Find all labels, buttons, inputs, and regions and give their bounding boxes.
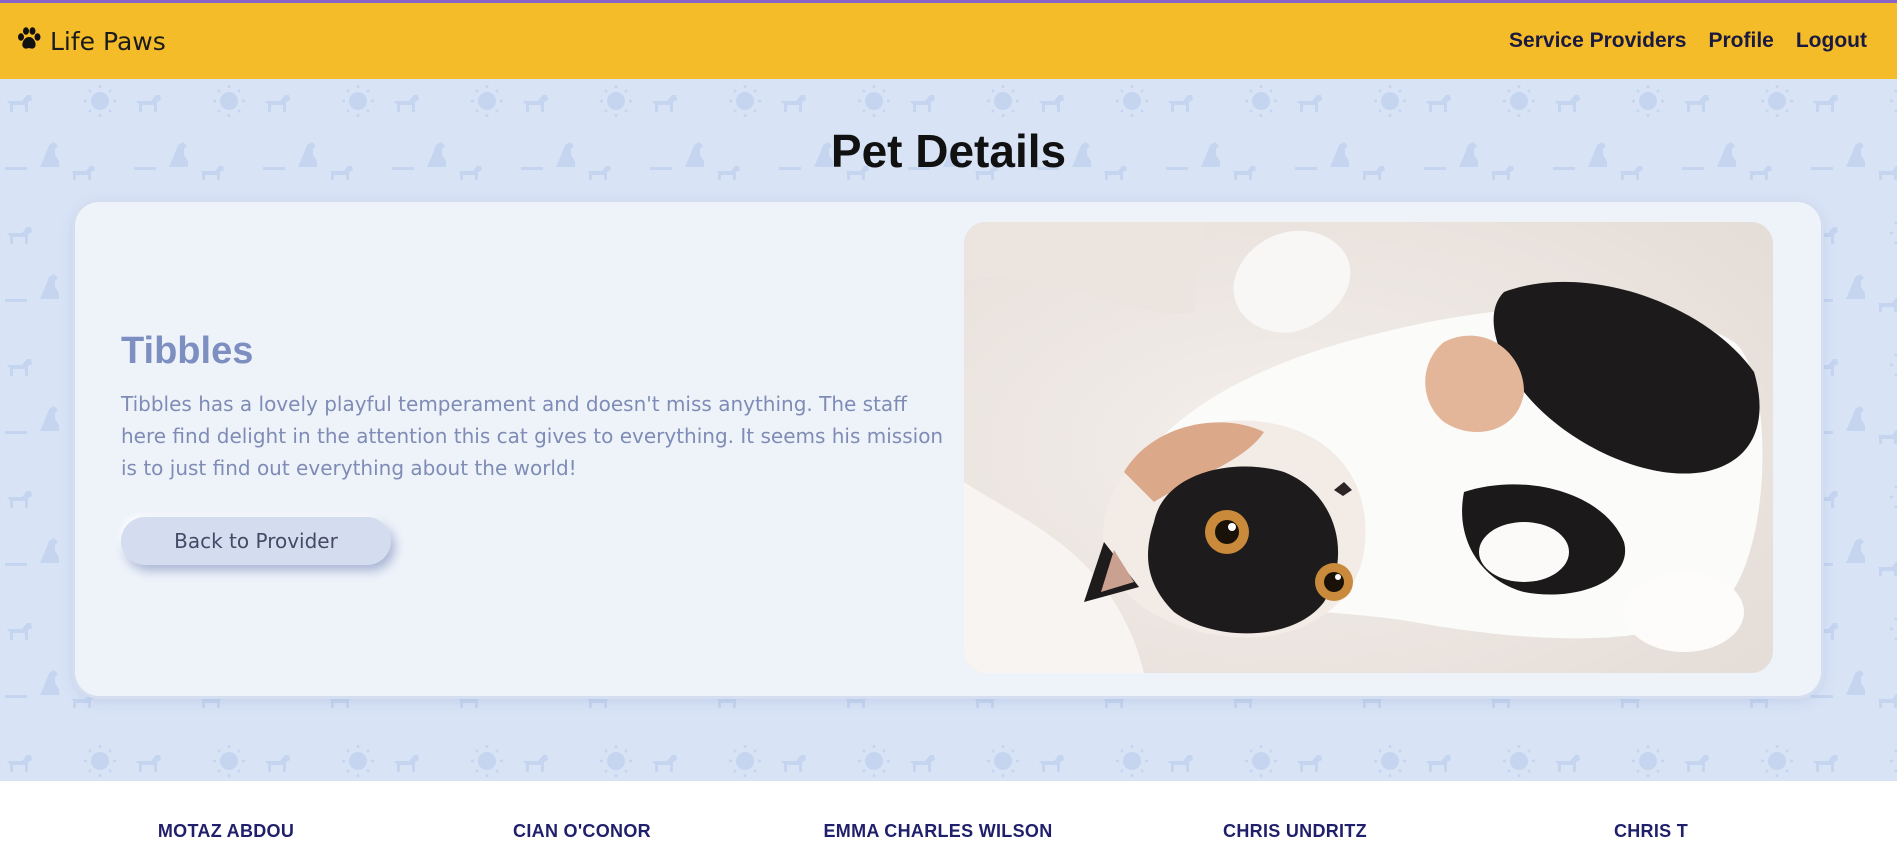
brand-name: Life Paws — [50, 26, 166, 56]
pet-description: Tibbles has a lovely playful temperament… — [121, 392, 944, 480]
pet-details-card: Tibbles Tibbles has a lovely playful tem… — [75, 202, 1821, 696]
nav-links: Service Providers Profile Logout — [1509, 3, 1867, 79]
footer: MOTAZ ABDOU CIAN O'CONOR EMMA CHARLES WI… — [0, 781, 1897, 859]
footer-name-1: MOTAZ ABDOU — [157, 821, 295, 841]
pet-name: Tibbles — [121, 330, 254, 372]
brand-link[interactable]: Life Paws — [16, 3, 166, 79]
page-title: Pet Details — [830, 125, 1067, 177]
footer-name-3: EMMA CHARLES WILSON — [823, 821, 1053, 841]
nav-profile[interactable]: Profile — [1709, 29, 1774, 53]
back-to-provider-button[interactable]: Back to Provider — [121, 517, 391, 565]
footer-name-5: CHRIS T — [1613, 821, 1689, 841]
footer-name-4: CHRIS UNDRITZ — [1223, 821, 1367, 841]
main-content: Pet Details Tibbles Tibbles has a lovely… — [0, 79, 1897, 781]
nav-service-providers[interactable]: Service Providers — [1509, 29, 1686, 53]
nav-logout[interactable]: Logout — [1796, 29, 1867, 53]
pet-photo — [964, 222, 1773, 673]
paw-icon — [16, 26, 42, 56]
footer-name-2: CIAN O'CONOR — [513, 821, 651, 841]
navbar: Life Paws Service Providers Profile Logo… — [0, 3, 1897, 79]
